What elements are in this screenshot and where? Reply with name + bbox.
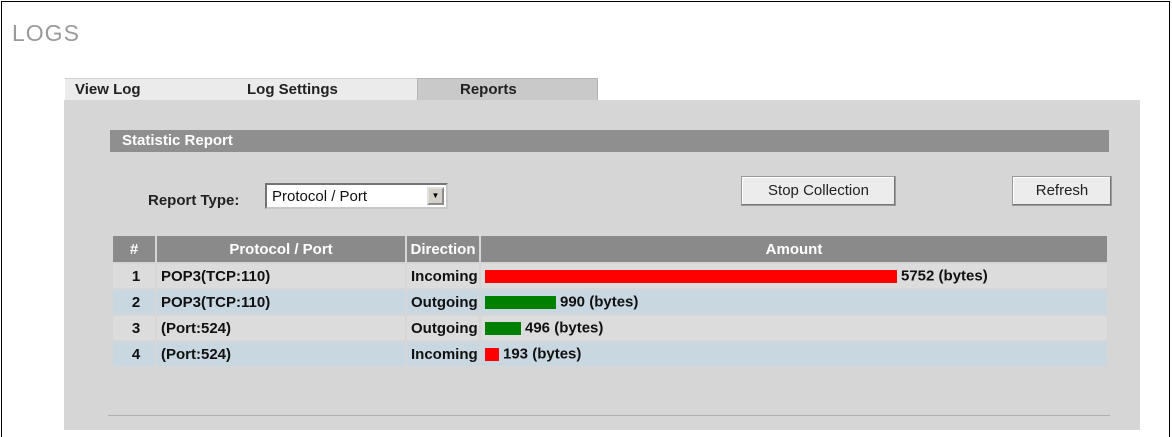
amount-bar — [485, 347, 499, 361]
row-amount: 496 (bytes) — [481, 316, 1107, 340]
col-header-protocol: Protocol / Port — [157, 236, 405, 262]
amount-bar — [485, 269, 897, 283]
row-direction: Incoming — [407, 264, 479, 288]
reports-panel: Statistic Report Report Type: Protocol /… — [64, 100, 1140, 430]
amount-bar — [485, 321, 521, 335]
amount-bar — [485, 295, 556, 309]
tab-label: Reports — [460, 81, 517, 98]
row-direction: Outgoing — [407, 316, 479, 340]
amount-text: 5752 (bytes) — [901, 267, 988, 285]
table-header-row: # Protocol / Port Direction Amount — [113, 236, 1107, 262]
refresh-button[interactable]: Refresh — [1012, 176, 1112, 206]
row-protocol: POP3(TCP:110) — [157, 264, 405, 288]
stop-collection-button[interactable]: Stop Collection — [741, 176, 896, 206]
tab-view-log[interactable]: View Log — [65, 78, 225, 100]
row-amount: 5752 (bytes) — [481, 264, 1107, 288]
row-protocol: POP3(TCP:110) — [157, 290, 405, 314]
row-number: 4 — [113, 342, 155, 366]
dropdown-arrow-icon[interactable]: ▼ — [427, 187, 444, 205]
section-header: Statistic Report — [110, 130, 1109, 152]
row-protocol: (Port:524) — [157, 342, 405, 366]
tab-label: Log Settings — [247, 81, 338, 98]
row-amount: 193 (bytes) — [481, 342, 1107, 366]
page-frame: LOGS View Log Log Settings Reports Stati… — [1, 1, 1170, 437]
amount-text: 496 (bytes) — [525, 319, 604, 337]
row-number: 2 — [113, 290, 155, 314]
col-header-direction: Direction — [407, 236, 479, 262]
report-type-value: Protocol / Port — [272, 188, 368, 205]
amount-text: 990 (bytes) — [560, 293, 639, 311]
row-number: 3 — [113, 316, 155, 340]
report-type-label: Report Type: — [148, 192, 240, 209]
col-header-number: # — [113, 236, 155, 262]
row-direction: Outgoing — [407, 290, 479, 314]
col-header-amount: Amount — [481, 236, 1107, 262]
tab-reports[interactable]: Reports — [417, 78, 598, 100]
report-type-select[interactable]: Protocol / Port ▼ — [265, 183, 448, 209]
divider — [108, 415, 1110, 416]
table-row: 1 POP3(TCP:110) Incoming 5752 (bytes) — [113, 264, 1107, 288]
tab-log-settings[interactable]: Log Settings — [225, 78, 417, 100]
amount-text: 193 (bytes) — [503, 345, 582, 363]
row-protocol: (Port:524) — [157, 316, 405, 340]
statistic-report-table: # Protocol / Port Direction Amount 1 POP… — [111, 234, 1109, 368]
table-row: 4 (Port:524) Incoming 193 (bytes) — [113, 342, 1107, 366]
row-amount: 990 (bytes) — [481, 290, 1107, 314]
table-row: 3 (Port:524) Outgoing 496 (bytes) — [113, 316, 1107, 340]
page-title: LOGS — [12, 20, 80, 46]
row-direction: Incoming — [407, 342, 479, 366]
tab-label: View Log — [75, 81, 141, 98]
row-number: 1 — [113, 264, 155, 288]
table-row: 2 POP3(TCP:110) Outgoing 990 (bytes) — [113, 290, 1107, 314]
